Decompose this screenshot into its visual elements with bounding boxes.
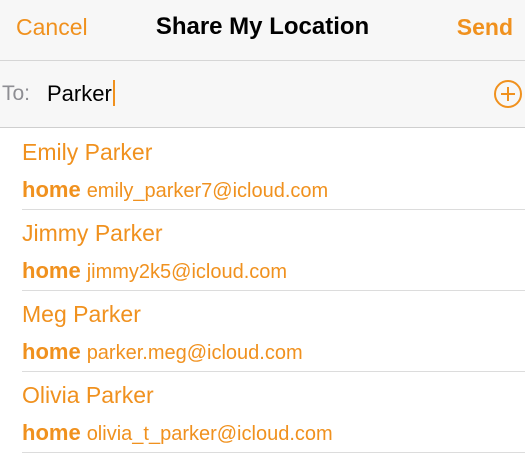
email-type-label: home — [22, 177, 81, 202]
email-type-label: home — [22, 420, 81, 445]
contact-email: jimmy2k5@icloud.com — [86, 261, 288, 283]
contact-email-row: home jimmy2k5@icloud.com — [22, 258, 287, 284]
navigation-bar: Cancel Share My Location Send — [0, 0, 525, 60]
contact-email-row: home olivia_t_parker@icloud.com — [22, 420, 333, 446]
contact-name: Jimmy Parker — [22, 220, 163, 246]
recipient-input-text: Parker — [47, 81, 112, 106]
contact-suggestions-list: Emily Parker home emily_parker7@icloud.co… — [0, 129, 525, 453]
contact-email: emily_parker7@icloud.com — [86, 180, 329, 202]
contact-name: Meg Parker — [22, 301, 141, 327]
list-item[interactable]: Jimmy Parker home jimmy2k5@icloud.com — [0, 210, 525, 291]
to-label: To: — [2, 82, 31, 105]
list-item[interactable]: Meg Parker home parker.meg@icloud.com — [0, 291, 525, 372]
contact-email: parker.meg@icloud.com — [86, 342, 303, 364]
send-button[interactable]: Send — [457, 14, 513, 41]
email-type-label: home — [22, 258, 81, 283]
text-cursor — [112, 80, 115, 106]
contact-email: olivia_t_parker@icloud.com — [86, 423, 333, 445]
plus-icon-vertical — [507, 87, 509, 101]
contact-email-row: home parker.meg@icloud.com — [22, 339, 303, 365]
share-location-screen: Cancel Share My Location Send To: Parker… — [0, 0, 525, 467]
email-type-label: home — [22, 339, 81, 364]
list-item[interactable]: Olivia Parker home olivia_t_parker@icloud… — [0, 372, 525, 453]
contact-email-row: home emily_parker7@icloud.com — [22, 177, 328, 203]
contact-name: Emily Parker — [22, 139, 153, 165]
recipient-input[interactable]: Parker — [47, 80, 115, 107]
page-title: Share My Location — [155, 13, 370, 40]
recipient-field[interactable]: To: Parker — [0, 60, 525, 128]
add-contact-icon[interactable] — [494, 80, 522, 108]
contact-name: Olivia Parker — [22, 382, 154, 408]
list-item[interactable]: Emily Parker home emily_parker7@icloud.co… — [0, 129, 525, 210]
